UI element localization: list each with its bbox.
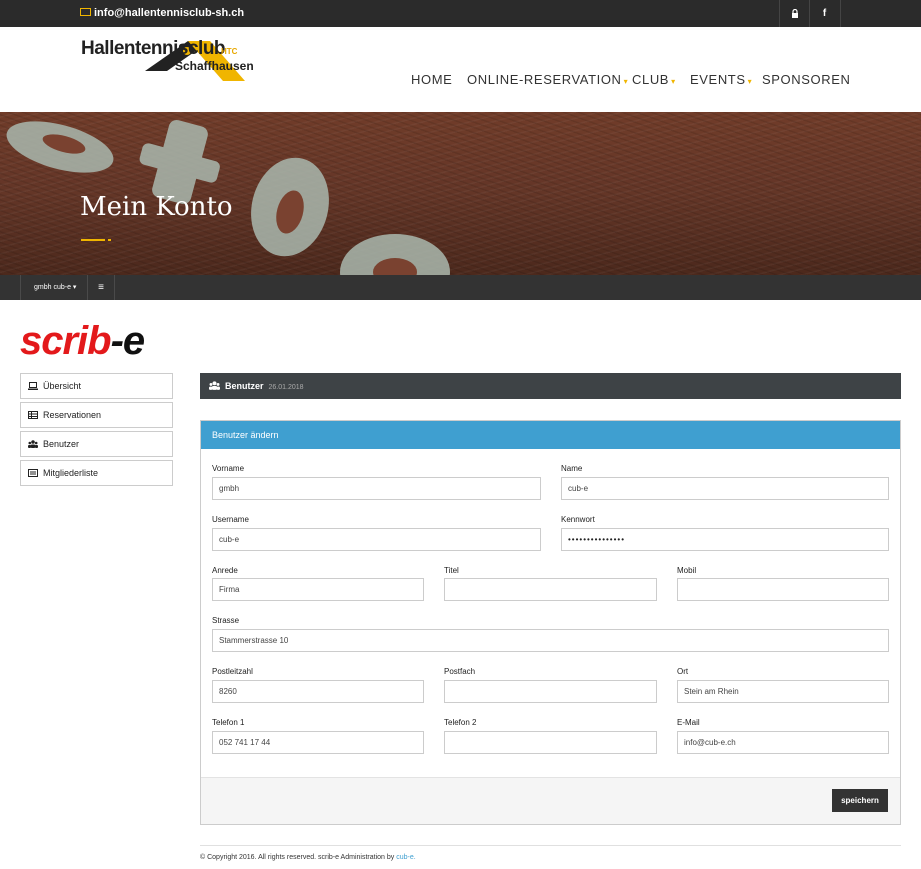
footer: © Copyright 2016. All rights reserved. s… (200, 854, 416, 861)
label-postleitzahl: Postleitzahl (212, 667, 253, 676)
email-field[interactable]: info@cub-e.ch (677, 731, 889, 754)
form-title: Benutzer ändern (201, 421, 900, 449)
name-field[interactable]: cub-e (561, 477, 889, 500)
mobil-field[interactable] (677, 578, 889, 601)
label-postfach: Postfach (444, 667, 476, 676)
nav-home[interactable]: HOME (411, 72, 452, 87)
caret-down-icon: ▾ (747, 77, 753, 86)
lock-icon[interactable] (779, 0, 809, 27)
postleitzahl-field[interactable]: 8260 (212, 680, 424, 703)
label-ort: Ort (677, 667, 689, 676)
laptop-icon (28, 382, 38, 390)
label-email: E-Mail (677, 718, 700, 727)
sidebar-item-reservationen[interactable]: Reservationen (20, 402, 173, 428)
caret-down-icon: ▾ (72, 284, 77, 291)
nav-events[interactable]: EVENTS ▾ (690, 72, 752, 87)
edit-user-panel: Benutzer ändern Vorname gmbh Name cub-e … (200, 420, 901, 825)
label-username: Username (212, 515, 249, 524)
strasse-field[interactable]: Stammerstrasse 10 (212, 629, 889, 652)
caret-down-icon: ▾ (671, 77, 676, 86)
top-bar: info@hallentennisclub-sh.ch f (0, 0, 921, 27)
vorname-field[interactable]: gmbh (212, 477, 541, 500)
sidebar-item-benutzer[interactable]: Benutzer (20, 431, 173, 457)
panel-title: Benutzer (225, 381, 264, 391)
page-title: Mein Konto (80, 192, 233, 222)
users-icon (209, 381, 220, 390)
anrede-field[interactable]: Firma (212, 578, 424, 601)
sidebar-item-uebersicht[interactable]: Übersicht (20, 373, 173, 399)
sidebar-item-label: Mitgliederliste (43, 468, 99, 478)
sidebar-item-label: Benutzer (43, 439, 80, 449)
password-field[interactable]: ••••••••••••••• (561, 528, 889, 551)
nav-club[interactable]: CLUB ▾ (632, 72, 676, 87)
label-strasse: Strasse (212, 616, 240, 625)
facebook-icon[interactable]: f (809, 0, 839, 27)
envelope-icon (80, 8, 91, 16)
admin-bar: gmbh cub-e ▾ ≡ (0, 275, 921, 300)
title-underline-dot (108, 239, 111, 241)
nav-sponsoren[interactable]: SPONSOREN (762, 72, 850, 87)
telefon2-field[interactable] (444, 731, 657, 754)
label-telefon2: Telefon 2 (444, 718, 477, 727)
sidebar-item-label: Reservationen (43, 410, 102, 420)
email-text[interactable]: info@hallentennisclub-sh.ch (94, 7, 244, 19)
ort-field[interactable]: Stein am Rhein (677, 680, 889, 703)
panel-date: 26.01.2018 (268, 384, 304, 391)
label-anrede: Anrede (212, 566, 238, 575)
sidebar-item-mitgliederliste[interactable]: Mitgliederliste (20, 460, 173, 486)
user-dropdown[interactable]: gmbh cub-e ▾ (20, 275, 88, 300)
titel-field[interactable] (444, 578, 657, 601)
cube-link[interactable]: cub-e. (396, 854, 415, 861)
logo-name[interactable]: Hallentennisclub (81, 38, 226, 60)
label-telefon1: Telefon 1 (212, 718, 245, 727)
logo-abbr: HTC (221, 47, 238, 56)
label-name: Name (561, 464, 583, 473)
sidebar-item-label: Übersicht (43, 381, 82, 391)
username-field[interactable]: cub-e (212, 528, 541, 551)
panel-header: Benutzer 26.01.2018 (200, 373, 901, 399)
table-icon (28, 411, 38, 419)
hamburger-icon[interactable]: ≡ (88, 275, 115, 300)
caret-down-icon: ▾ (623, 77, 629, 86)
telefon1-field[interactable]: 052 741 17 44 (212, 731, 424, 754)
footer-divider (200, 845, 901, 846)
save-button[interactable]: speichern (832, 789, 888, 812)
label-kennwort: Kennwort (561, 515, 595, 524)
page-banner: Mein Konto (0, 112, 921, 275)
logo-subtitle: Schaffhausen (175, 59, 254, 73)
form-footer: speichern (201, 777, 900, 824)
topbar-divider (840, 0, 841, 27)
users-icon (28, 440, 38, 448)
nav-online-reservation[interactable]: ONLINE-RESERVATION ▾ (467, 72, 628, 87)
label-titel: Titel (444, 566, 459, 575)
email-link[interactable]: info@hallentennisclub-sh.ch (80, 7, 244, 19)
list-icon (28, 469, 38, 477)
label-vorname: Vorname (212, 464, 245, 473)
copyright-text: © Copyright 2016. All rights reserved. s… (200, 854, 397, 861)
scribe-logo: scrib-e (20, 319, 145, 363)
postfach-field[interactable] (444, 680, 657, 703)
label-mobil: Mobil (677, 566, 697, 575)
title-underline (81, 239, 105, 241)
